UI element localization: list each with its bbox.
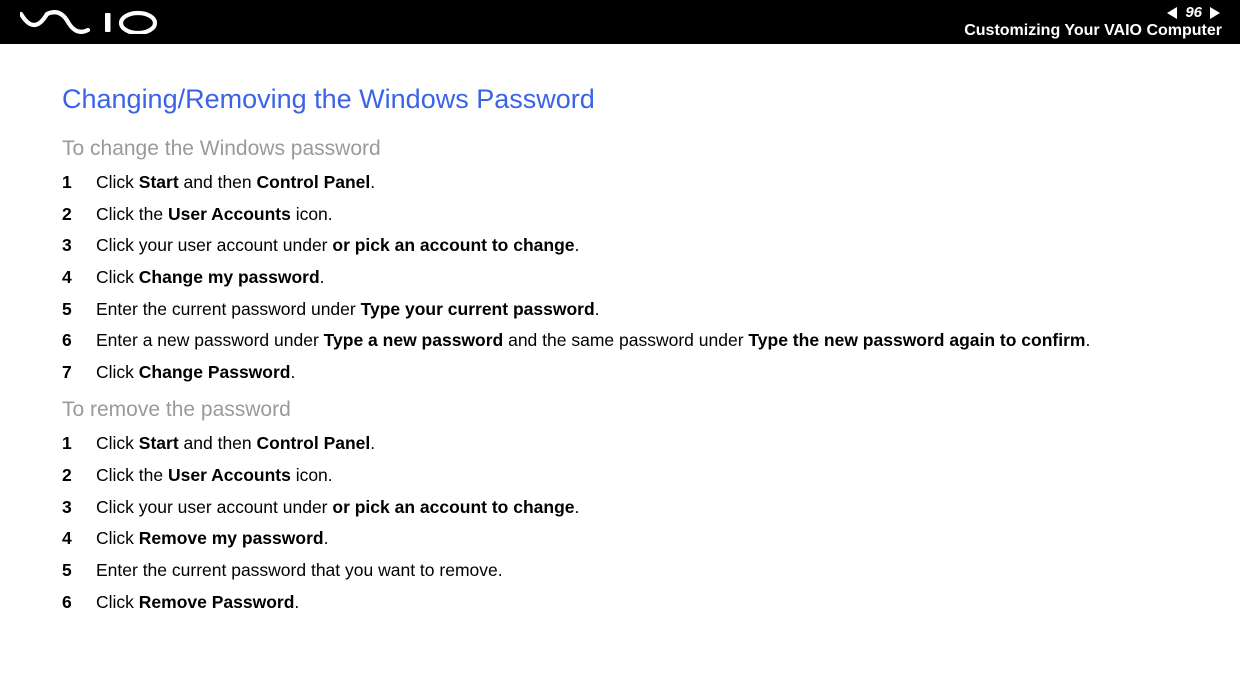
nav-prev-icon[interactable] [1165,6,1179,20]
step-bold: Control Panel [257,172,371,192]
step-number: 3 [62,496,96,520]
step-bold: Start [139,172,179,192]
step-bold: Start [139,433,179,453]
step-text: Enter the current password that you want… [96,559,1178,583]
subtitle-change: To change the Windows password [62,137,1178,161]
vaio-logo [20,10,160,34]
page-content: Changing/Removing the Windows Password T… [0,44,1240,614]
step-text: Click Change my password. [96,266,1178,290]
step-item: 5Enter the current password under Type y… [62,298,1178,322]
header-page-nav: 96 [1165,4,1222,22]
step-text: Click your user account under or pick an… [96,234,1178,258]
step-bold: or pick an account to change [332,497,574,517]
step-number: 2 [62,203,96,227]
step-item: 6Click Remove Password. [62,591,1178,615]
step-text: Click Start and then Control Panel. [96,171,1178,195]
step-bold: Change Password [139,362,291,382]
step-bold: Remove Password [139,592,295,612]
step-bold: Change my password [139,267,320,287]
step-number: 1 [62,432,96,456]
step-bold: Remove my password [139,528,324,548]
step-bold: Type your current password [361,299,595,319]
step-number: 5 [62,559,96,583]
step-item: 3Click your user account under or pick a… [62,496,1178,520]
step-item: 6Enter a new password under Type a new p… [62,329,1178,353]
step-text: Click the User Accounts icon. [96,464,1178,488]
step-text: Click Change Password. [96,361,1178,385]
page-header: 96 Customizing Your VAIO Computer [0,0,1240,44]
step-text: Click Remove my password. [96,527,1178,551]
step-item: 7Click Change Password. [62,361,1178,385]
step-number: 2 [62,464,96,488]
step-number: 7 [62,361,96,385]
step-text: Enter a new password under Type a new pa… [96,329,1178,353]
step-item: 3Click your user account under or pick a… [62,234,1178,258]
step-item: 1Click Start and then Control Panel. [62,171,1178,195]
step-item: 2Click the User Accounts icon. [62,203,1178,227]
steps-remove: 1Click Start and then Control Panel.2Cli… [62,432,1178,614]
page-number: 96 [1185,4,1202,21]
nav-next-icon[interactable] [1208,6,1222,20]
step-item: 4Click Remove my password. [62,527,1178,551]
step-number: 6 [62,591,96,615]
step-text: Enter the current password under Type yo… [96,298,1178,322]
step-text: Click your user account under or pick an… [96,496,1178,520]
step-item: 5Enter the current password that you wan… [62,559,1178,583]
step-bold: User Accounts [168,465,291,485]
step-number: 4 [62,527,96,551]
step-bold: or pick an account to change [332,235,574,255]
step-text: Click Start and then Control Panel. [96,432,1178,456]
page-title: Changing/Removing the Windows Password [62,84,1178,115]
header-right: 96 Customizing Your VAIO Computer [964,4,1222,40]
step-number: 6 [62,329,96,353]
step-number: 5 [62,298,96,322]
step-bold: Type a new password [324,330,504,350]
step-bold: Control Panel [257,433,371,453]
step-item: 4Click Change my password. [62,266,1178,290]
step-text: Click Remove Password. [96,591,1178,615]
step-bold: User Accounts [168,204,291,224]
step-text: Click the User Accounts icon. [96,203,1178,227]
step-number: 1 [62,171,96,195]
subtitle-remove: To remove the password [62,398,1178,422]
step-number: 4 [62,266,96,290]
steps-change: 1Click Start and then Control Panel.2Cli… [62,171,1178,384]
step-item: 1Click Start and then Control Panel. [62,432,1178,456]
step-number: 3 [62,234,96,258]
step-bold: Type the new password again to confirm [748,330,1085,350]
section-title: Customizing Your VAIO Computer [964,22,1222,40]
step-item: 2Click the User Accounts icon. [62,464,1178,488]
